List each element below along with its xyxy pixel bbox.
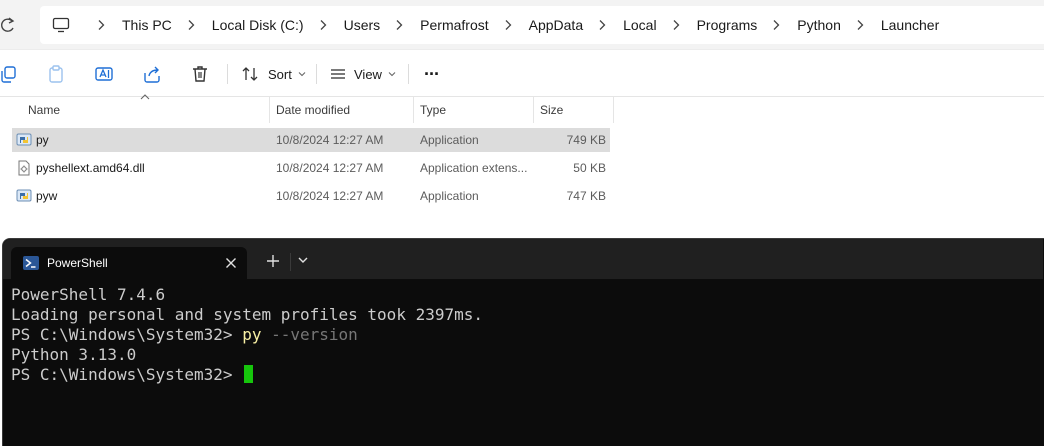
toolbar-divider [227, 64, 228, 84]
column-header-label: Name [28, 103, 61, 117]
text-cursor [244, 365, 254, 383]
breadcrumb-item[interactable]: Launcher [881, 17, 939, 33]
file-date-modified: 10/8/2024 12:27 AM [276, 133, 384, 147]
file-type: Application [420, 133, 479, 147]
file-type: Application extens... [420, 161, 528, 175]
file-size: 50 KB [573, 161, 606, 175]
file-size: 749 KB [566, 133, 606, 147]
breadcrumb-item[interactable]: This PC [122, 17, 172, 33]
breadcrumb-item[interactable]: Local [623, 17, 656, 33]
breadcrumb[interactable]: This PC Local Disk (C:) Users Permafrost App… [40, 6, 1044, 44]
command-argument: --version [261, 325, 358, 344]
file-date-modified: 10/8/2024 12:27 AM [276, 161, 384, 175]
column-header-date[interactable]: Date modified [270, 97, 414, 123]
console-line: PS C:\Windows\System32> [11, 365, 1041, 385]
breadcrumb-item[interactable]: Users [344, 17, 381, 33]
chevron-down-icon [388, 72, 396, 77]
command-text: py [242, 325, 262, 344]
sort-button[interactable]: Sort [242, 62, 306, 86]
file-type: Application [420, 189, 479, 203]
chevron-right-icon[interactable] [597, 19, 607, 31]
prompt: PS C:\Windows\System32> [11, 325, 243, 344]
file-date-modified: 10/8/2024 12:27 AM [276, 189, 384, 203]
console-line: PowerShell 7.4.6 [11, 285, 166, 304]
delete-icon[interactable] [190, 64, 210, 84]
chevron-right-icon[interactable] [855, 19, 865, 31]
breadcrumb-item[interactable]: AppData [529, 17, 583, 33]
file-row[interactable]: py 10/8/2024 12:27 AM Application 749 KB [12, 128, 610, 152]
console-line: PS C:\Windows\System32> py --version [11, 325, 1041, 345]
file-row[interactable]: pyshellext.amd64.dll 10/8/2024 12:27 AM Ap… [12, 156, 610, 180]
breadcrumb-item[interactable]: Local Disk (C:) [212, 17, 304, 33]
copy-icon[interactable] [0, 64, 20, 84]
breadcrumb-item[interactable]: Python [797, 17, 841, 33]
toolbar-divider [316, 64, 317, 84]
chevron-right-icon[interactable] [503, 19, 513, 31]
paste-icon[interactable] [46, 64, 66, 84]
column-headers: Name Date modified Type Size [0, 97, 614, 123]
column-header-label: Type [420, 103, 447, 117]
file-explorer-window: This PC Local Disk (C:) Users Permafrost App… [0, 0, 1044, 238]
computer-icon[interactable] [52, 17, 70, 33]
view-label: View [354, 66, 382, 82]
share-icon[interactable] [142, 64, 162, 84]
breadcrumb-item[interactable]: Programs [697, 17, 758, 33]
chevron-down-icon [298, 72, 306, 77]
rename-icon[interactable] [94, 64, 114, 84]
file-name: pyshellext.amd64.dll [36, 161, 145, 175]
chevron-right-icon[interactable] [96, 19, 106, 31]
console-line: Loading personal and system profiles too… [11, 305, 484, 324]
file-size: 747 KB [566, 189, 606, 203]
chevron-right-icon[interactable] [771, 19, 781, 31]
tab-strip-divider [290, 253, 291, 271]
console-line: Python 3.13.0 [11, 345, 137, 364]
column-header-type[interactable]: Type [414, 97, 534, 123]
more-icon: ··· [424, 63, 440, 84]
chevron-right-icon[interactable] [671, 19, 681, 31]
breadcrumb-item[interactable]: Permafrost [420, 17, 488, 33]
file-name: pyw [36, 189, 58, 203]
file-name: py [36, 133, 49, 147]
more-options-button[interactable]: ··· [424, 62, 440, 86]
chevron-right-icon[interactable] [186, 19, 196, 31]
column-header-name[interactable]: Name [22, 97, 270, 123]
chevron-right-icon[interactable] [318, 19, 328, 31]
column-header-label: Date modified [276, 103, 351, 117]
powershell-icon [23, 256, 39, 270]
tab-strip: PowerShell [3, 239, 1043, 279]
tab-powershell[interactable]: PowerShell [11, 247, 247, 279]
plus-icon[interactable] [263, 251, 283, 271]
view-button[interactable]: View [330, 62, 396, 86]
toolbar-divider [408, 64, 409, 84]
sort-icon [242, 67, 258, 81]
chevron-right-icon[interactable] [394, 19, 404, 31]
sort-label: Sort [268, 66, 292, 82]
column-header-size[interactable]: Size [534, 97, 614, 123]
close-icon[interactable] [225, 257, 237, 269]
dll-file-icon [18, 160, 30, 176]
column-header-label: Size [540, 103, 564, 117]
file-row[interactable]: pyw 10/8/2024 12:27 AM Application 747 KB [12, 184, 610, 208]
terminal-window: PowerShell PowerShell 7.4.6 Loading pers… [2, 238, 1044, 446]
screen: This PC Local Disk (C:) Users Permafrost App… [0, 0, 1044, 446]
refresh-icon[interactable] [0, 16, 16, 34]
console-output[interactable]: PowerShell 7.4.6 Loading personal and sy… [11, 285, 1041, 385]
python-app-icon [16, 133, 32, 146]
chevron-down-icon[interactable] [297, 255, 309, 265]
view-list-icon [331, 69, 345, 79]
file-list: Name Date modified Type Size py 10/8/2024… [0, 94, 1044, 238]
command-bar: Sort View ··· [0, 50, 1044, 97]
python-app-icon [16, 189, 32, 202]
prompt: PS C:\Windows\System32> [11, 365, 243, 384]
tab-title: PowerShell [47, 256, 108, 270]
address-bar-area: This PC Local Disk (C:) Users Permafrost App… [0, 0, 1044, 50]
